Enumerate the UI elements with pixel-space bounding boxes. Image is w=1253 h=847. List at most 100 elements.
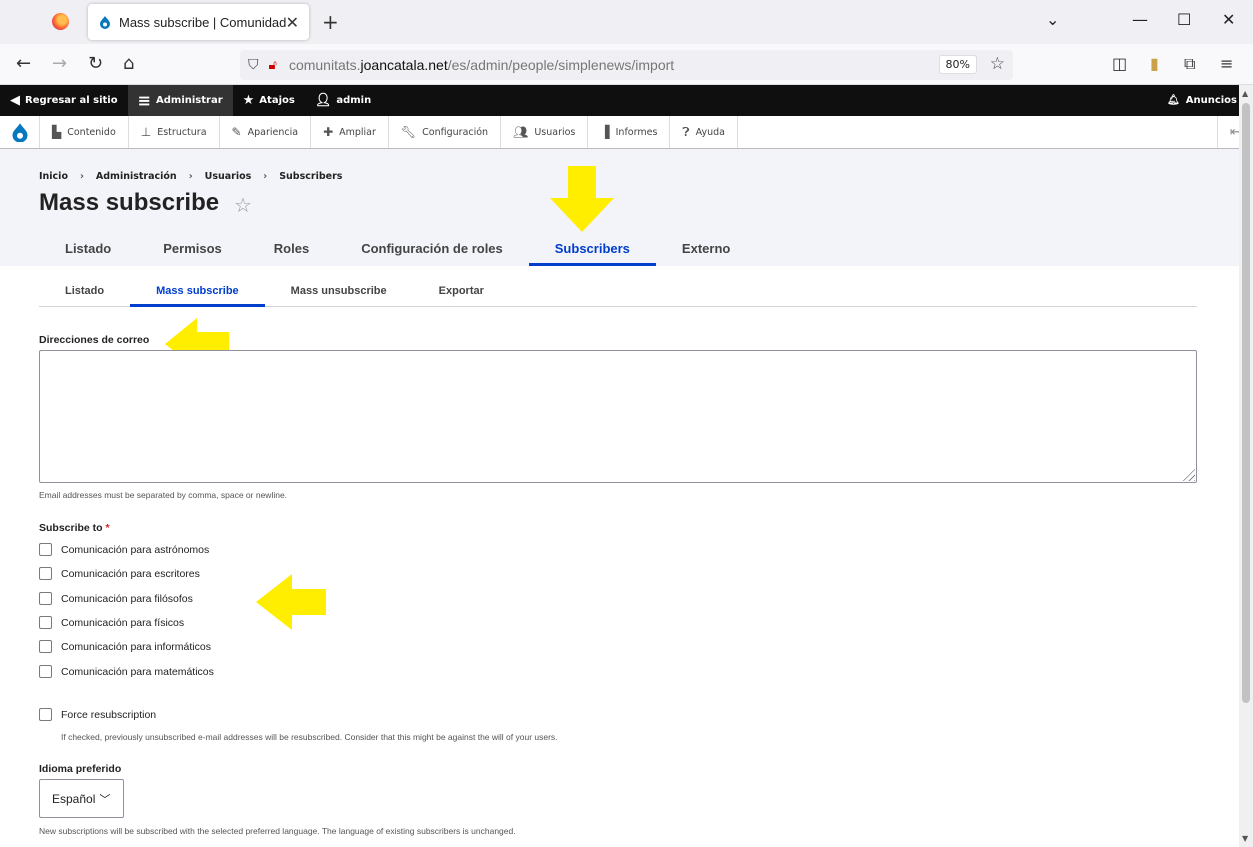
newsletter-option[interactable]: Comunicación para físicos [39,616,184,629]
shortcuts-label: Atajos [259,95,295,106]
newsletter-option[interactable]: Comunicación para matemáticos [39,665,214,678]
zoom-badge[interactable]: 80% [938,55,977,74]
tray-item-configuracion[interactable]: 🔧︎ Configuración [389,116,502,148]
window-close-icon[interactable]: ✕ [1222,10,1235,29]
pocket-icon[interactable]: ◫ [1112,54,1127,73]
users-icon: 👥︎ [513,125,529,139]
user-link[interactable]: 👤︎ admin [305,85,381,116]
newsletter-label[interactable]: Comunicación para informáticos [61,641,211,653]
tray-item-ayuda[interactable]: ❓︎ Ayuda [670,116,738,148]
checkbox[interactable] [39,543,52,556]
breadcrumb-subscribers[interactable]: Subscribers [279,171,342,182]
chevron-down-icon: ﹀ [99,793,111,806]
admin-toolbar: ◀ Regresar al sitio ≡ Administrar ★ Atajos … [0,85,1253,116]
newsletter-option[interactable]: Comunicación para filósofos [39,592,193,605]
subtab-exportar[interactable]: Exportar [413,278,510,306]
firefox-icon[interactable] [52,13,69,30]
required-mark: * [105,522,110,534]
browser-tab-active[interactable]: Mass subscribe | Comunidades ✕ [88,4,309,40]
tab-roles[interactable]: Roles [248,231,335,266]
tab-subscribers[interactable]: Subscribers [528,231,657,266]
manage-link[interactable]: ≡ Administrar [127,85,233,116]
language-select[interactable]: Español ﹀ [39,779,124,818]
checkbox[interactable] [39,708,52,721]
manage-label: Administrar [156,95,223,106]
newsletter-option[interactable]: Comunicación para informáticos [39,640,211,653]
tray-label: Ayuda [695,126,725,138]
back-circle-icon: ◀ [10,93,20,108]
scroll-thumb[interactable] [1242,103,1250,703]
checkbox[interactable] [39,640,52,653]
drupal-logo[interactable] [0,116,40,148]
extension-icon[interactable]: ▮ [1150,54,1159,73]
close-tab-icon[interactable]: ✕ [286,13,299,32]
url-bar[interactable]: ⛉ 🔓︎ comunitats.joancatala.net/es/admin/… [240,50,1013,80]
breadcrumb: Inicio › Administración › Usuarios › Subscr… [39,171,342,182]
document-icon: ▙ [52,125,62,139]
scroll-down-icon[interactable]: ▼ [1242,834,1248,843]
shortcut-star-icon[interactable]: ☆ [234,193,252,217]
back-to-site-link[interactable]: ◀ Regresar al sitio [0,85,128,116]
breadcrumb-usuarios[interactable]: Usuarios [205,171,252,182]
checkbox[interactable] [39,567,52,580]
extensions-icon[interactable]: ⧉ [1184,54,1195,74]
tray-label: Ampliar [339,126,376,138]
force-description: If checked, previously unsubscribed e-ma… [61,732,558,742]
tray-item-contenido[interactable]: ▙ Contenido [40,116,129,148]
newsletter-option[interactable]: Comunicación para escritores [39,567,200,580]
announcements-link[interactable]: 🔔︎ Anuncios [1167,85,1237,116]
paint-icon: ✎ [231,125,242,139]
scroll-up-icon[interactable]: ▲ [1242,89,1248,98]
language-description: New subscriptions will be subscribed wit… [39,826,516,836]
tray-item-ampliar[interactable]: ✚ Ampliar [311,116,389,148]
checkbox[interactable] [39,616,52,629]
force-resubscription-option[interactable]: Force resubscription [39,708,156,721]
tab-configuracion-roles[interactable]: Configuración de roles [335,231,529,266]
secondary-tabs: Listado Mass subscribe Mass unsubscribe … [39,278,1197,307]
subscribe-to-label: Subscribe to * [39,522,110,534]
force-resubscription-label[interactable]: Force resubscription [61,709,156,721]
breadcrumb-inicio[interactable]: Inicio [39,171,68,182]
page-scrollbar[interactable]: ▲ ▼ [1239,85,1253,847]
new-tab-icon[interactable]: + [322,10,339,34]
breadcrumb-separator: › [79,171,84,182]
back-icon[interactable]: ← [16,53,31,74]
maximize-icon[interactable]: ☐ [1177,10,1191,29]
reload-icon[interactable]: ↻ [88,53,103,74]
insecure-lock-icon[interactable]: 🔓︎ [269,58,277,73]
tray-item-informes[interactable]: ▐ Informes [588,116,671,148]
newsletter-label[interactable]: Comunicación para físicos [61,617,184,629]
tray-item-estructura[interactable]: ⊥ Estructura [129,116,220,148]
checkbox[interactable] [39,592,52,605]
chevron-down-icon[interactable]: ⌄ [1046,10,1059,29]
tray-item-usuarios[interactable]: 👥︎ Usuarios [501,116,589,148]
newsletter-label[interactable]: Comunicación para filósofos [61,593,193,605]
shield-icon[interactable]: ⛉ [248,57,259,73]
newsletter-option[interactable]: Comunicación para astrónomos [39,543,209,556]
subtab-listado[interactable]: Listado [39,278,130,306]
bookmark-star-icon[interactable]: ☆ [990,54,1005,74]
home-icon[interactable]: ⌂ [123,53,134,74]
tab-title: Mass subscribe | Comunidades [119,14,286,30]
checkbox[interactable] [39,665,52,678]
tab-externo[interactable]: Externo [656,231,756,266]
breadcrumb-administracion[interactable]: Administración [96,171,177,182]
url-text[interactable]: comunitats.joancatala.net/es/admin/peopl… [289,57,674,73]
tab-permisos[interactable]: Permisos [137,231,248,266]
newsletter-label[interactable]: Comunicación para astrónomos [61,544,209,556]
emails-textarea[interactable] [39,350,1197,483]
subtab-mass-unsubscribe[interactable]: Mass unsubscribe [265,278,413,306]
tab-listado[interactable]: Listado [39,231,137,266]
breadcrumb-separator: › [188,171,193,182]
annotation-arrow-left [256,574,326,630]
newsletter-label[interactable]: Comunicación para matemáticos [61,666,214,678]
newsletter-label[interactable]: Comunicación para escritores [61,568,200,580]
forward-icon[interactable]: → [52,53,67,74]
menu-icon[interactable]: ≡ [1220,54,1233,73]
subscribe-to-text: Subscribe to [39,522,103,534]
url-path: /es/admin/people/simplenews/import [447,57,675,73]
tray-item-apariencia[interactable]: ✎ Apariencia [220,116,312,148]
subtab-mass-subscribe[interactable]: Mass subscribe [130,278,265,307]
shortcuts-link[interactable]: ★ Atajos [233,85,305,116]
minimize-icon[interactable]: — [1132,10,1148,29]
